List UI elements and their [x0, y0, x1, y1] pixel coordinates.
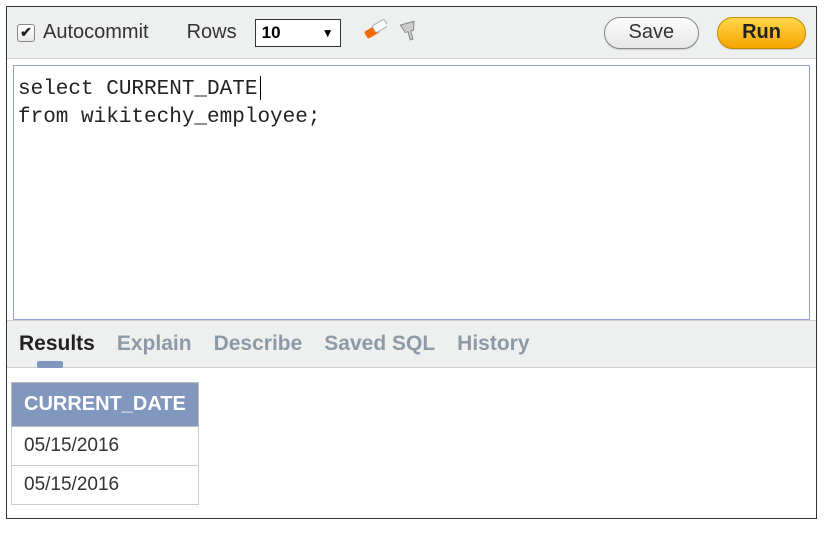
- toolbar: ✔ Autocommit Rows 10 ▼ Save: [7, 7, 816, 59]
- clear-icon[interactable]: [363, 18, 387, 47]
- table-row: 05/15/2016: [12, 427, 199, 466]
- results-table: CURRENT_DATE 05/15/2016 05/15/2016: [11, 382, 199, 505]
- column-header: CURRENT_DATE: [12, 383, 199, 427]
- rows-label: Rows: [187, 21, 237, 44]
- table-row: 05/15/2016: [12, 466, 199, 505]
- tab-explain[interactable]: Explain: [117, 326, 192, 362]
- autocommit-label: Autocommit: [43, 21, 149, 44]
- save-button-label: Save: [629, 21, 675, 44]
- tab-saved-sql[interactable]: Saved SQL: [324, 326, 435, 362]
- rows-value: 10: [262, 23, 281, 43]
- rows-select[interactable]: 10 ▼: [255, 19, 341, 47]
- save-button[interactable]: Save: [604, 17, 700, 49]
- editor-wrap: select CURRENT_DATE from wikitechy_emplo…: [7, 59, 816, 320]
- results-area: CURRENT_DATE 05/15/2016 05/15/2016: [7, 368, 816, 518]
- pin-icon[interactable]: [397, 18, 421, 47]
- sql-text: select CURRENT_DATE from wikitechy_emplo…: [18, 78, 320, 129]
- autocommit-checkbox[interactable]: ✔: [17, 24, 35, 42]
- run-button-label: Run: [742, 21, 781, 44]
- tab-describe[interactable]: Describe: [214, 326, 303, 362]
- result-tabs: Results Explain Describe Saved SQL Histo…: [7, 320, 816, 368]
- cell: 05/15/2016: [12, 466, 199, 505]
- active-tab-indicator: [37, 361, 63, 368]
- watermark: Wikitechy .com: [134, 176, 753, 320]
- chevron-down-icon: ▼: [322, 26, 334, 40]
- cell: 05/15/2016: [12, 427, 199, 466]
- table-header-row: CURRENT_DATE: [12, 383, 199, 427]
- text-cursor: [260, 76, 261, 100]
- sql-editor[interactable]: select CURRENT_DATE from wikitechy_emplo…: [13, 65, 810, 320]
- toolbar-icons: [363, 18, 421, 47]
- tab-results[interactable]: Results: [19, 326, 95, 362]
- tab-history[interactable]: History: [457, 326, 529, 362]
- sql-workshop: ✔ Autocommit Rows 10 ▼ Save: [6, 6, 817, 519]
- run-button[interactable]: Run: [717, 17, 806, 49]
- autocommit-group: ✔ Autocommit: [17, 21, 149, 44]
